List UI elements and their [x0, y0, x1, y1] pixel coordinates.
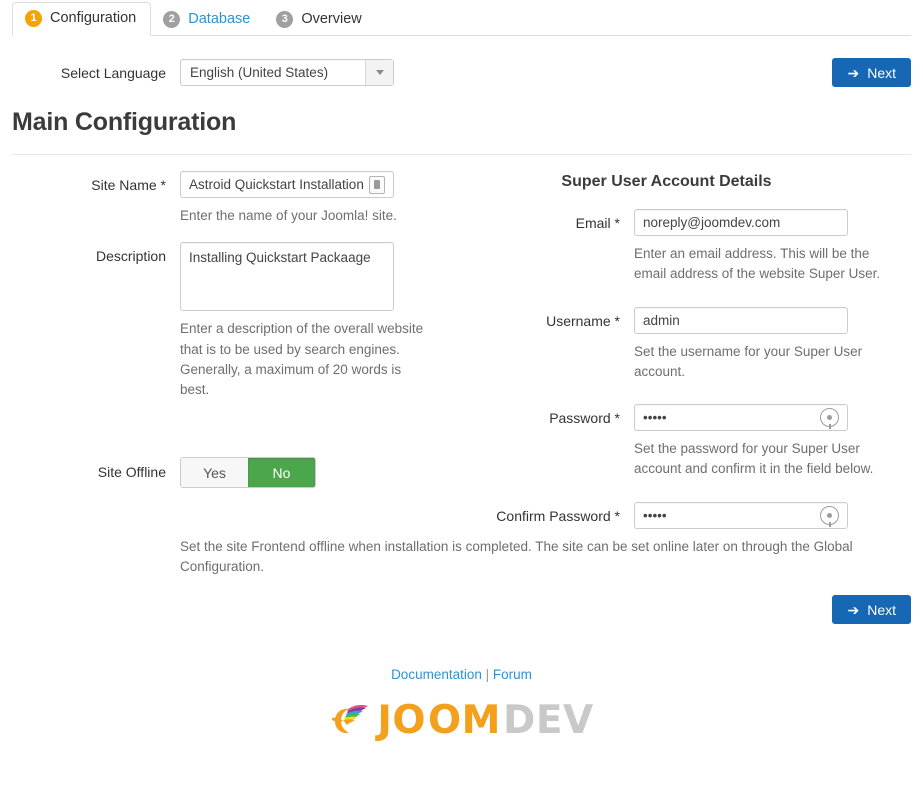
tab-database-number: 2	[163, 11, 181, 28]
password-row: Password * ••••• Set the password for yo…	[462, 404, 911, 480]
joomdev-hummingbird-logo	[332, 704, 369, 733]
chrome-autofill-icon[interactable]	[369, 175, 385, 194]
site-name-input[interactable]: Astroid Quickstart Installation	[180, 171, 394, 198]
language-select-value: English (United States)	[190, 65, 329, 80]
language-selection-row: Select Language English (United States) …	[0, 58, 923, 87]
tab-overview-number: 3	[276, 11, 294, 28]
super-user-section-title: Super User Account Details	[561, 173, 772, 190]
site-offline-help: Set the site Frontend offline when insta…	[180, 538, 853, 574]
site-offline-label: Site Offline	[97, 464, 166, 481]
description-help: Enter a description of the overall websi…	[180, 321, 424, 397]
installer-step-tabs: 1 Configuration 2 Database 3 Overview	[12, 0, 911, 36]
tab-configuration-number: 1	[25, 10, 42, 27]
email-row: Email * noreply@joomdev.com Enter an ema…	[462, 209, 911, 285]
email-value: noreply@joomdev.com	[643, 215, 781, 230]
site-offline-yes-option[interactable]: Yes	[181, 458, 248, 488]
password-input[interactable]: •••••	[634, 404, 848, 431]
description-row: Description Installing Quickstart Packaa…	[12, 242, 462, 400]
username-row: Username * admin Set the username for yo…	[462, 306, 911, 383]
footer-separator: |	[485, 667, 490, 682]
tab-database[interactable]: 2 Database	[151, 4, 264, 36]
description-textarea[interactable]: Installing Quickstart Packaage	[180, 242, 394, 312]
email-label: Email *	[575, 215, 620, 231]
confirm-password-input[interactable]: •••••	[634, 501, 848, 529]
title-divider	[12, 154, 911, 155]
site-name-value: Astroid Quickstart Installation	[189, 177, 364, 192]
documentation-link[interactable]: Documentation	[391, 667, 482, 682]
tab-configuration-label: Configuration	[50, 10, 137, 27]
tab-overview-label: Overview	[301, 11, 362, 28]
tab-overview[interactable]: 3 Overview	[264, 4, 375, 36]
language-select[interactable]: English (United States)	[180, 59, 394, 86]
logo-text-part2: OM	[428, 698, 501, 743]
username-input[interactable]: admin	[634, 306, 848, 334]
username-label: Username *	[546, 312, 620, 329]
next-button-top-label: Next	[867, 64, 896, 81]
bottom-action-bar: ➔ Next	[0, 577, 923, 625]
site-offline-no-option[interactable]: No	[248, 458, 315, 488]
select-language-label: Select Language	[60, 64, 166, 81]
site-offline-toggle[interactable]: Yes No	[180, 457, 316, 489]
site-name-row: Site Name * Astroid Quickstart Installat…	[12, 171, 462, 226]
email-help: Enter an email address. This will be the…	[634, 246, 881, 282]
footer-links: Documentation | Forum	[0, 667, 923, 682]
password-key-icon[interactable]	[820, 408, 839, 427]
main-configuration-form: Site Name * Astroid Quickstart Installat…	[0, 171, 923, 529]
arrow-right-icon: ➔	[847, 64, 860, 81]
password-label: Password *	[549, 410, 620, 426]
right-form-column: Super User Account Details Email * norep…	[462, 171, 911, 529]
logo-text-part3: DEV	[502, 698, 594, 743]
logo-text-part1: JO	[377, 698, 426, 743]
tab-configuration[interactable]: 1 Configuration	[12, 2, 152, 36]
confirm-password-row: Confirm Password * •••••	[462, 501, 911, 529]
tab-database-label: Database	[188, 11, 251, 28]
confirm-password-label: Confirm Password *	[496, 507, 620, 524]
username-value: admin	[643, 312, 680, 328]
site-offline-row: Site Offline Yes No	[12, 457, 462, 489]
next-button-bottom[interactable]: ➔ Next	[832, 595, 911, 624]
site-offline-help-wrapper: Set the site Frontend offline when insta…	[0, 537, 923, 578]
confirm-password-value: •••••	[643, 507, 667, 523]
forum-link[interactable]: Forum	[493, 667, 532, 682]
left-form-column: Site Name * Astroid Quickstart Installat…	[12, 171, 462, 529]
email-input[interactable]: noreply@joomdev.com	[634, 209, 848, 236]
confirm-password-key-icon[interactable]	[820, 505, 839, 525]
next-button-top[interactable]: ➔ Next	[832, 58, 911, 87]
password-value: •••••	[643, 410, 667, 425]
next-button-bottom-label: Next	[867, 601, 896, 618]
joomdev-logo: JO OM DEV	[0, 698, 923, 743]
page-title: Main Configuration	[12, 108, 237, 136]
password-help: Set the password for your Super User acc…	[634, 441, 874, 477]
chevron-down-icon[interactable]	[365, 60, 393, 85]
site-name-label: Site Name *	[91, 177, 166, 193]
username-help: Set the username for your Super User acc…	[634, 343, 863, 379]
arrow-right-icon-bottom: ➔	[847, 601, 860, 618]
site-name-help: Enter the name of your Joomla! site.	[180, 208, 397, 223]
description-label: Description	[95, 248, 166, 265]
